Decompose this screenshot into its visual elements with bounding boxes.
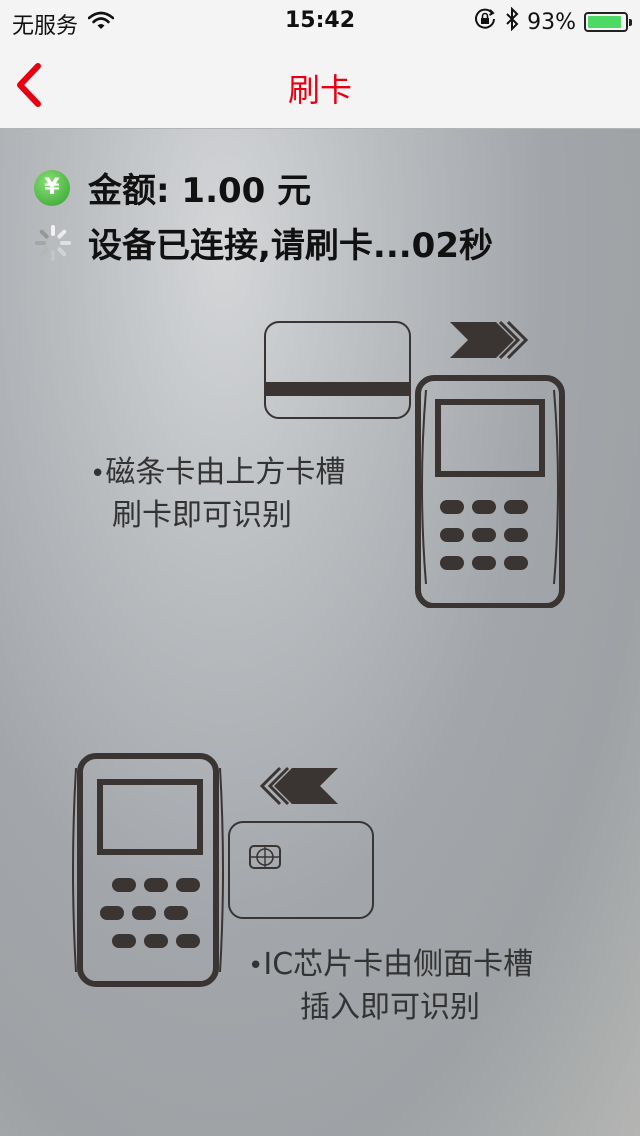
amount-label: 金额: 1.00 元 xyxy=(88,171,312,211)
pos-terminal-icon xyxy=(415,375,565,608)
magnetic-card-icon xyxy=(264,321,411,419)
ic-caption-line2: 插入即可识别 xyxy=(300,990,480,1025)
yen-icon: ¥ xyxy=(34,169,70,206)
loading-spinner-icon xyxy=(35,224,71,261)
battery-fill xyxy=(588,16,622,28)
status-row: 设备已连接,请刷卡...02秒 xyxy=(34,218,493,267)
status-right: 93% xyxy=(465,6,632,37)
pos-terminal-icon xyxy=(72,753,224,987)
battery-percent: 93% xyxy=(527,9,576,35)
status-text: 设备已连接,请刷卡...02秒 xyxy=(88,226,493,266)
battery-icon xyxy=(584,12,632,32)
swipe-right-arrow-icon xyxy=(450,320,529,360)
ic-caption: •IC芯片卡由侧面卡槽 插入即可识别 xyxy=(248,947,534,1025)
bluetooth-icon xyxy=(505,6,519,37)
ic-chip-card-icon xyxy=(228,821,374,919)
insert-left-arrow-icon xyxy=(259,766,338,806)
magnetic-caption-line1: 磁条卡由上方卡槽 xyxy=(105,455,346,490)
magnetic-caption-line2: 刷卡即可识别 xyxy=(112,498,292,533)
navigation-bar: 刷卡 xyxy=(0,40,640,129)
orientation-lock-icon xyxy=(473,7,497,37)
amount-row: ¥ 金额: 1.00 元 xyxy=(34,163,311,212)
magnetic-caption: •磁条卡由上方卡槽 刷卡即可识别 xyxy=(90,455,346,533)
status-bar: 无服务 15:42 93% xyxy=(0,0,640,40)
page-title: 刷卡 xyxy=(287,71,352,109)
ic-caption-line1: IC芯片卡由侧面卡槽 xyxy=(263,947,534,982)
